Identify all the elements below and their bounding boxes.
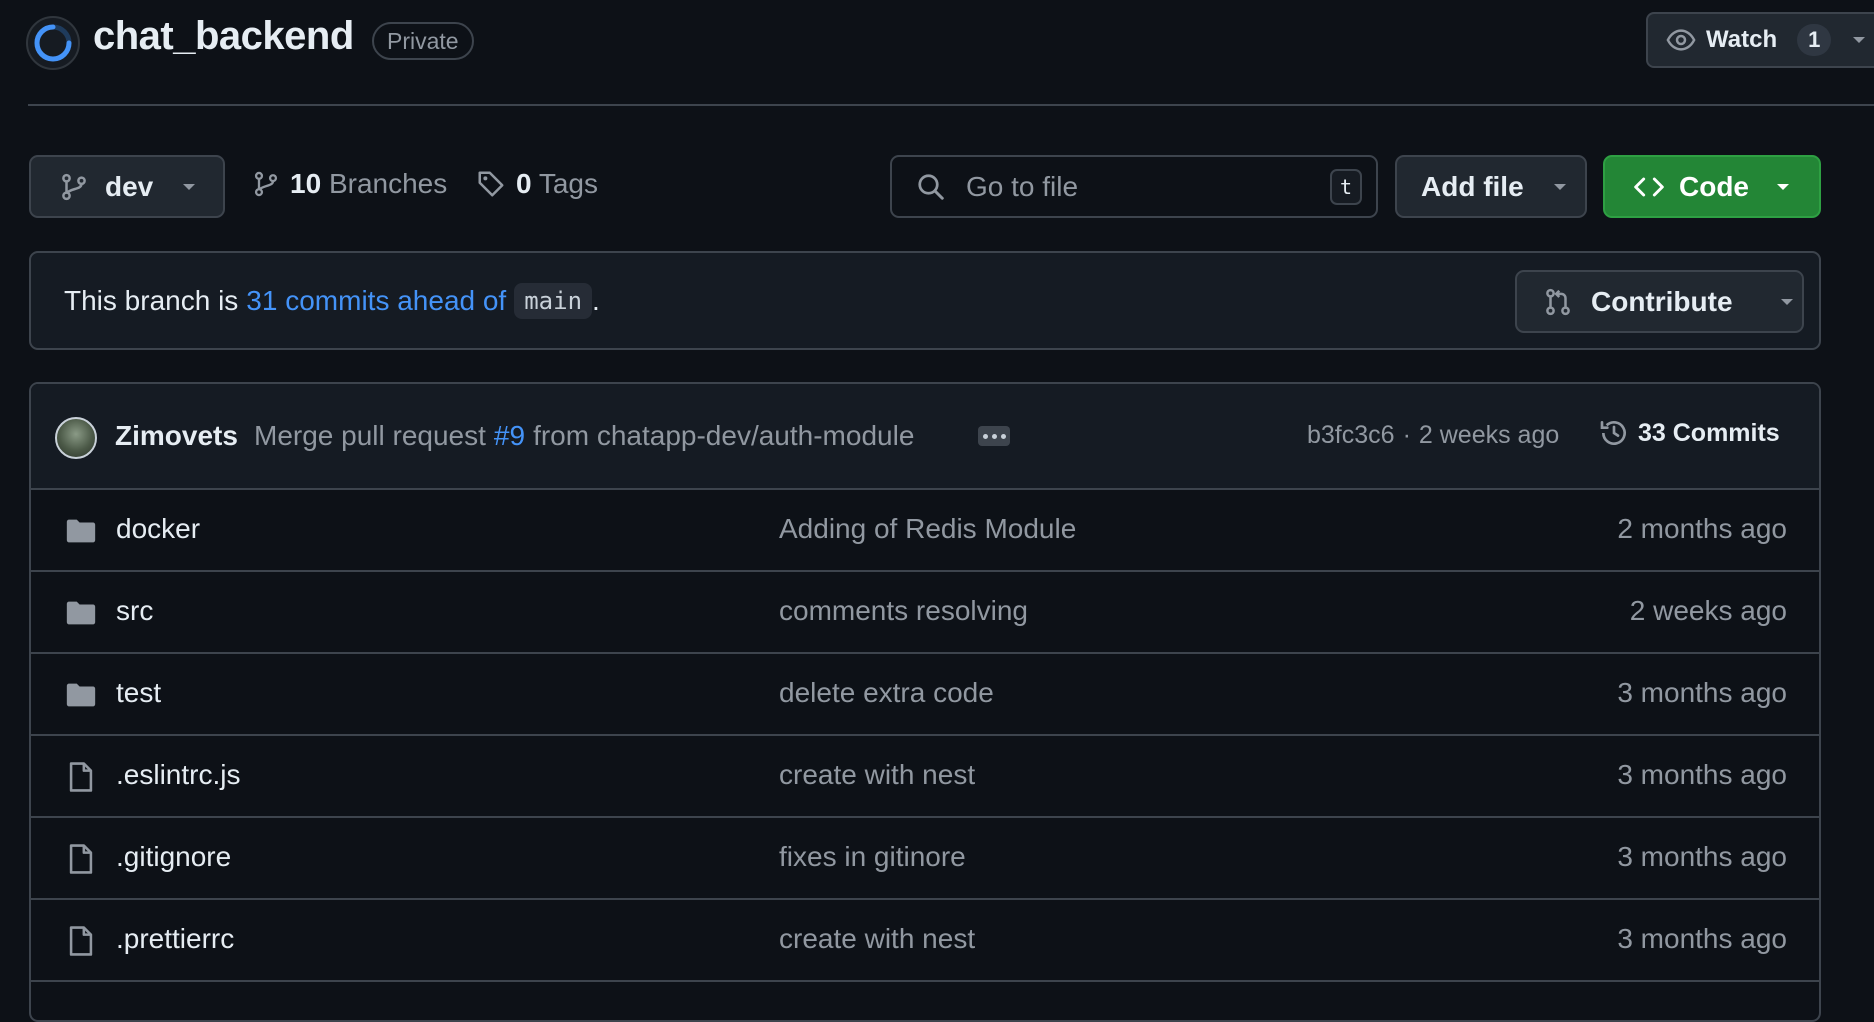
file-list: docker Adding of Redis Module 2 months ago… [31, 490, 1819, 982]
contribute-button[interactable]: Contribute [1515, 270, 1804, 333]
folder-icon-wrap [64, 514, 98, 548]
watch-button[interactable]: Watch 1 [1646, 12, 1874, 68]
search-placeholder: Go to file [966, 170, 1079, 202]
tags-label: Tags [538, 168, 599, 199]
branches-link[interactable]: 10 Branches [252, 168, 447, 200]
file-row[interactable]: .eslintrc.js create with nest 3 months ago [31, 736, 1819, 818]
file-commit-date: 2 weeks ago [1629, 595, 1787, 626]
caret-down-icon [183, 183, 196, 190]
caret-down-icon [1780, 298, 1793, 305]
author-avatar[interactable] [55, 417, 97, 459]
watch-label: Watch [1706, 26, 1778, 53]
go-to-file-search[interactable]: Go to file t [890, 155, 1378, 218]
file-commit-message[interactable]: fixes in gitinore [779, 841, 966, 873]
file-row[interactable]: .prettierrc create with nest 3 months ago [31, 900, 1819, 982]
file-commit-date: 3 months ago [1617, 923, 1787, 954]
commits-ahead-link[interactable]: 31 commits ahead of [246, 285, 506, 317]
file-icon-wrap [64, 760, 98, 794]
file-icon [69, 762, 93, 792]
branch-status-box: This branch is 31 commits ahead of main … [29, 251, 1821, 350]
git-pull-request-icon [1546, 288, 1570, 315]
file-name[interactable]: .prettierrc [116, 923, 234, 955]
branch-selector-button[interactable]: dev [29, 155, 225, 218]
folder-icon [66, 601, 96, 625]
folder-icon-wrap [64, 596, 98, 630]
commit-meta: b3fc3c6 · 2 weeks ago [1307, 421, 1559, 450]
repo-name[interactable]: chat_backend [93, 14, 354, 59]
branches-count: 10 [290, 168, 322, 199]
commit-sha[interactable]: b3fc3c6 [1307, 421, 1395, 450]
file-commit-date: 3 months ago [1617, 759, 1787, 790]
visibility-badge: Private [372, 22, 474, 60]
commit-message: Merge pull request #9 from chatapp-dev/a… [254, 420, 914, 452]
file-name[interactable]: docker [116, 513, 200, 545]
base-branch-chip: main [514, 283, 593, 319]
commit-author[interactable]: Zimovets [115, 420, 238, 452]
folder-icon [66, 519, 96, 543]
meta-separator: · [1402, 421, 1411, 449]
file-commit-message[interactable]: create with nest [779, 759, 975, 791]
add-file-button[interactable]: Add file [1395, 155, 1587, 218]
pull-request-link[interactable]: #9 [494, 420, 525, 452]
file-row[interactable]: test delete extra code 3 months ago [31, 654, 1819, 736]
git-branch-icon [62, 173, 86, 200]
branch-status-prefix: This branch is [64, 285, 239, 316]
file-row[interactable]: src comments resolving 2 weeks ago [31, 572, 1819, 654]
file-name[interactable]: src [116, 595, 153, 627]
header-divider [28, 104, 1874, 106]
tags-link[interactable]: 0 Tags [476, 168, 598, 200]
file-icon-wrap [64, 924, 98, 958]
eye-icon [1666, 29, 1696, 51]
file-name[interactable]: .eslintrc.js [116, 759, 240, 791]
code-button[interactable]: Code [1603, 155, 1821, 218]
tag-icon [478, 171, 504, 197]
caret-down-icon [1777, 183, 1789, 190]
commits-history-link[interactable]: 33 Commits [1598, 417, 1780, 449]
repo-avatar[interactable] [26, 16, 80, 70]
contribute-label: Contribute [1591, 285, 1733, 317]
file-commit-date: 3 months ago [1617, 677, 1787, 708]
commit-message-suffix[interactable]: from chatapp-dev/auth-module [533, 420, 914, 452]
file-name[interactable]: .gitignore [116, 841, 231, 873]
caret-down-icon [1853, 37, 1866, 43]
branch-status-text: This branch is 31 commits ahead of main … [64, 283, 600, 319]
file-commit-date: 2 months ago [1617, 513, 1787, 544]
folder-icon [66, 683, 96, 707]
folder-icon-wrap [64, 678, 98, 712]
file-icon [69, 926, 93, 956]
latest-commit-row: Zimovets Merge pull request #9 from chat… [31, 384, 1819, 490]
file-row[interactable]: .gitignore fixes in gitinore 3 months ago [31, 818, 1819, 900]
search-icon [918, 173, 944, 200]
loading-ring-icon [34, 24, 72, 62]
file-icon [69, 844, 93, 874]
add-file-label: Add file [1421, 170, 1524, 202]
branch-name: dev [105, 170, 154, 202]
watch-count: 1 [1797, 24, 1832, 56]
file-icon-wrap [64, 842, 98, 876]
file-name[interactable]: test [116, 677, 161, 709]
git-branch-icon [254, 171, 278, 197]
commits-count-label: 33 Commits [1638, 418, 1780, 447]
ellipsis-icon [982, 433, 1006, 439]
caret-down-icon [1553, 183, 1566, 190]
branches-label: Branches [328, 168, 448, 199]
file-row[interactable]: docker Adding of Redis Module 2 months ago [31, 490, 1819, 572]
commit-time: 2 weeks ago [1418, 421, 1560, 449]
file-commit-message[interactable]: create with nest [779, 923, 975, 955]
branch-status-suffix: . [592, 285, 600, 316]
tags-count: 0 [516, 168, 532, 199]
code-label: Code [1679, 170, 1749, 202]
file-table: Zimovets Merge pull request #9 from chat… [29, 382, 1821, 1022]
file-commit-message[interactable]: comments resolving [779, 595, 1028, 627]
code-icon [1634, 177, 1664, 196]
keyboard-shortcut-hint: t [1330, 169, 1362, 205]
file-commit-date: 3 months ago [1617, 841, 1787, 872]
commit-message-prefix[interactable]: Merge pull request [254, 420, 486, 452]
file-commit-message[interactable]: delete extra code [779, 677, 994, 709]
file-commit-message[interactable]: Adding of Redis Module [779, 513, 1076, 545]
history-icon [1600, 421, 1626, 445]
expand-commit-message-button[interactable] [978, 426, 1010, 446]
